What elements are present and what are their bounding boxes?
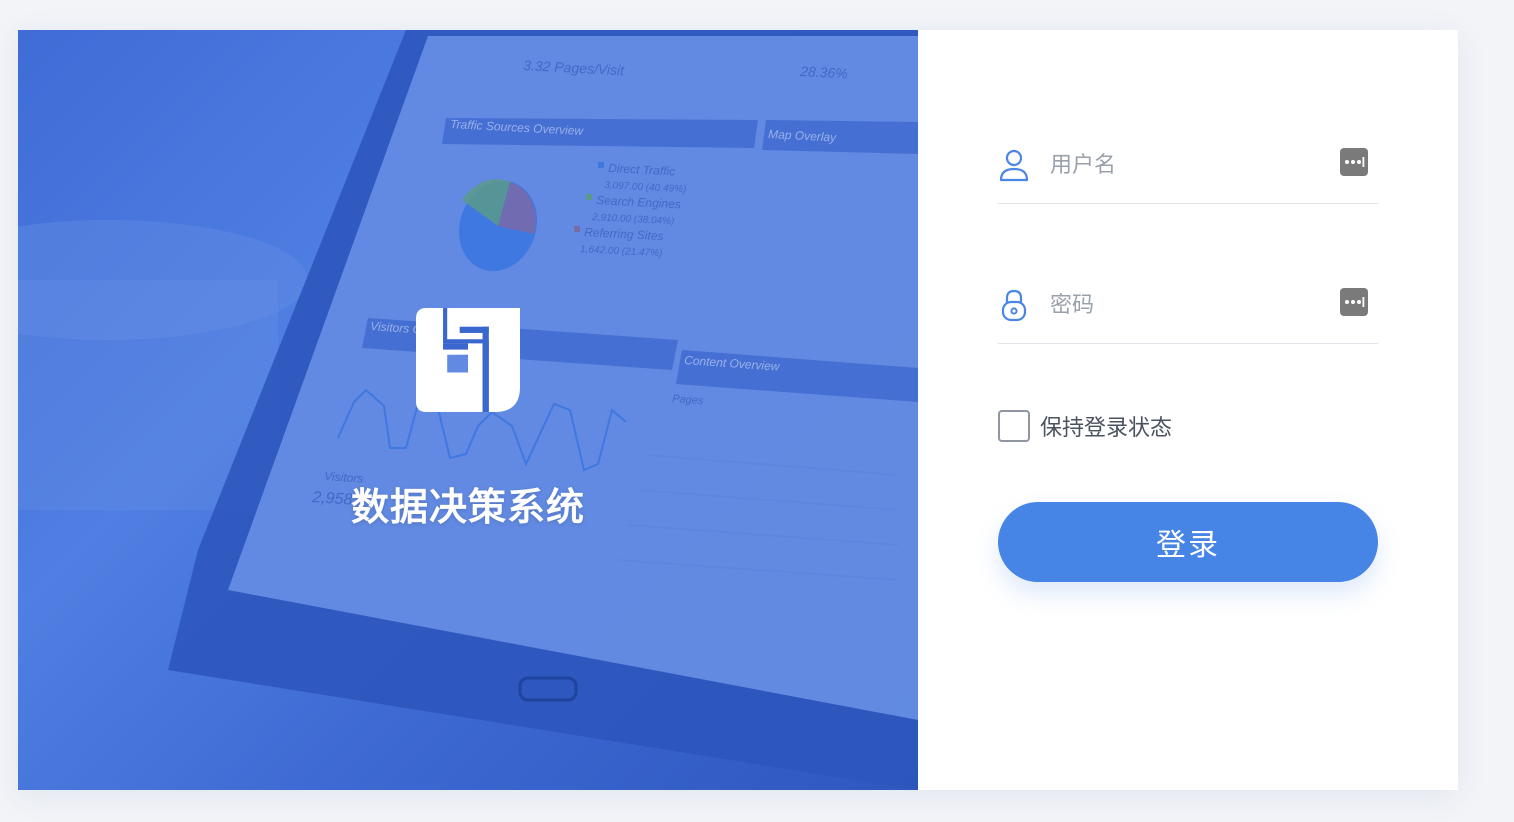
hero-panel: 3.32 Pages/Visit 28.36% Traffic Sources … xyxy=(18,30,918,790)
legend-direct-value: 3,097.00 (40.49%) xyxy=(604,180,687,195)
content-panel-title: Content Overview xyxy=(684,353,781,374)
remember-me[interactable]: 保持登录状态 xyxy=(998,410,1172,442)
password-manager-icon[interactable] xyxy=(1340,148,1368,176)
legend-search-label: Search Engines xyxy=(596,193,681,211)
content-column-label: Pages xyxy=(672,393,704,407)
legend-search-value: 2,910.00 (38.04%) xyxy=(591,212,675,227)
username-field xyxy=(998,130,1378,204)
username-input[interactable] xyxy=(1050,144,1320,186)
visitors-value: 2,958 xyxy=(311,489,353,509)
password-input[interactable] xyxy=(1050,284,1320,326)
map-panel-title: Map Overlay xyxy=(768,127,838,145)
user-icon xyxy=(999,149,1029,182)
legend-referring-value: 1,642.00 (21.47%) xyxy=(580,244,663,259)
login-card: 3.32 Pages/Visit 28.36% Traffic Sources … xyxy=(18,30,1458,790)
login-form-panel: 保持登录状态 登录 xyxy=(918,30,1458,790)
password-field xyxy=(998,270,1378,344)
remember-me-checkbox[interactable] xyxy=(998,410,1030,442)
traffic-panel-title: Traffic Sources Overview xyxy=(450,117,585,138)
remember-me-label: 保持登录状态 xyxy=(1040,416,1173,441)
password-manager-icon[interactable] xyxy=(1340,288,1368,316)
dashboard-header-text: 3.32 Pages/Visit xyxy=(523,57,626,78)
brand-title: 数据决策系统 xyxy=(350,485,585,529)
legend-direct-label: Direct Traffic xyxy=(608,161,676,178)
brand: 数据决策系统 xyxy=(348,308,588,531)
legend-referring-label: Referring Sites xyxy=(584,225,664,243)
brand-logo-icon xyxy=(416,308,520,412)
lock-icon xyxy=(1001,289,1027,322)
login-button[interactable]: 登录 xyxy=(998,502,1378,582)
dashboard-header-right-text: 28.36% xyxy=(799,63,848,82)
